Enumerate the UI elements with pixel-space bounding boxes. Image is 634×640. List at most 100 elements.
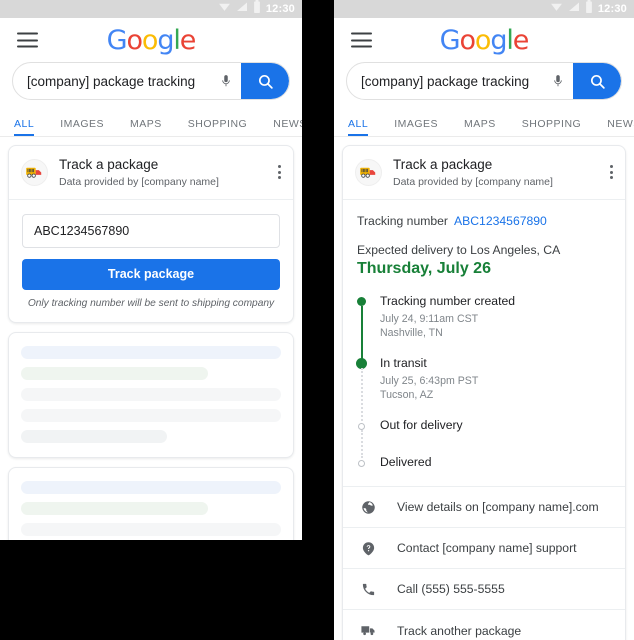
hamburger-menu-icon[interactable] [17, 32, 38, 48]
tracking-number-row: Tracking number ABC1234567890 [357, 214, 611, 228]
hamburger-menu-icon[interactable] [351, 32, 372, 48]
skeleton-bars [9, 333, 293, 457]
search-bar[interactable]: [company] package tracking [346, 62, 622, 100]
timeline-step-location: Nashville, TN [380, 327, 443, 340]
status-bar-time: 12:30 [597, 2, 627, 15]
skeleton-card-2 [8, 467, 294, 552]
search-button[interactable] [241, 63, 289, 99]
card-header-text: Track a package Data provided by [compan… [393, 157, 553, 188]
tab-shopping[interactable]: SHOPPING [188, 118, 247, 136]
logo-letter-g1: G [439, 24, 461, 56]
timeline-connector [361, 367, 363, 421]
action-label: View details on [company name].com [397, 500, 599, 515]
skeleton-bar [21, 346, 281, 360]
track-package-button[interactable]: Track package [22, 258, 280, 290]
google-logo: Google [106, 24, 197, 56]
microphone-icon[interactable] [543, 74, 573, 88]
overflow-menu-icon[interactable] [610, 165, 613, 180]
battery-icon [585, 0, 593, 18]
tracking-number-label: Tracking number [357, 213, 448, 228]
skeleton-card-1 [8, 332, 294, 459]
results-list: Track a package Data provided by [compan… [334, 137, 634, 640]
tab-maps[interactable]: MAPS [464, 118, 496, 136]
timeline-step-label: Tracking number created [380, 293, 516, 308]
timeline-dot-pending-icon [358, 422, 365, 430]
logo-letter-o2: o [474, 24, 492, 56]
logo-letter-o1: o [459, 24, 477, 56]
timeline-step: Out for delivery [358, 418, 611, 458]
panel-bottom-filler [0, 540, 302, 640]
action-call[interactable]: Call (555) 555-5555 [343, 569, 625, 611]
skeleton-bar [21, 388, 281, 402]
tab-all[interactable]: ALL [348, 118, 369, 136]
search-bar[interactable]: [company] package tracking [12, 62, 290, 100]
globe-icon [357, 500, 379, 515]
tab-all[interactable]: ALL [14, 118, 35, 136]
skeleton-bar [21, 409, 281, 423]
logo-letter-g1: G [106, 24, 128, 56]
wifi-icon [218, 0, 231, 18]
action-label: Track another package [397, 623, 522, 638]
action-contact-support[interactable]: Contact [company name] support [343, 528, 625, 570]
tracking-timeline: Tracking number created July 24, 9:11am … [356, 293, 611, 470]
tracking-form: Track package Only tracking number will … [9, 200, 293, 322]
action-track-another[interactable]: Track another package [343, 610, 625, 640]
wifi-icon [550, 0, 563, 18]
timeline-connector [361, 429, 363, 458]
search-bar-container: [company] package tracking [0, 62, 302, 100]
signal-icon [236, 0, 248, 18]
delivery-truck-icon [21, 158, 48, 186]
logo-letter-o1: o [126, 24, 144, 56]
screenshot-stage: 12:30 Google [company] package tracking [0, 0, 634, 640]
app-header: Google [334, 18, 634, 62]
overflow-menu-icon[interactable] [278, 165, 281, 180]
search-bar-container: [company] package tracking [334, 62, 634, 100]
tracking-number-value[interactable]: ABC1234567890 [454, 214, 547, 228]
logo-letter-g2: g [157, 24, 174, 56]
logo-letter-e: e [179, 24, 197, 56]
expected-delivery-label: Expected delivery to Los Angeles, CA [357, 242, 561, 257]
action-label: Call (555) 555-5555 [397, 582, 505, 597]
phone-icon [357, 582, 379, 597]
track-package-card: Track a package Data provided by [compan… [8, 145, 294, 324]
card-actions: View details on [company name].com Conta… [343, 486, 625, 640]
card-header: Track a package Data provided by [compan… [343, 146, 625, 199]
timeline-step-meta: July 25, 6:43pm PST Tucson, AZ [380, 374, 611, 403]
search-input[interactable]: [company] package tracking [347, 74, 543, 89]
action-view-details[interactable]: View details on [company name].com [343, 487, 625, 529]
search-tabs: ALL IMAGES MAPS SHOPPING NEWS [0, 108, 302, 136]
skeleton-bar [21, 367, 209, 381]
microphone-icon[interactable] [211, 74, 241, 88]
tab-shopping[interactable]: SHOPPING [522, 118, 581, 136]
card-header: Track a package Data provided by [compan… [9, 146, 293, 199]
help-icon [357, 541, 379, 556]
tab-images[interactable]: IMAGES [394, 118, 438, 136]
results-list: Track a package Data provided by [compan… [0, 137, 302, 552]
search-input[interactable]: [company] package tracking [13, 74, 211, 89]
card-title: Track a package [59, 157, 159, 172]
left-phone-panel: 12:30 Google [company] package tracking [0, 0, 302, 640]
delivery-truck-icon [355, 158, 382, 186]
timeline-step: Tracking number created July 24, 9:11am … [357, 293, 611, 359]
right-phone-panel: 12:30 Google [company] package tracking … [334, 0, 634, 640]
tab-news[interactable]: NEWS [607, 118, 634, 136]
status-bar: 12:30 [0, 0, 302, 18]
timeline-connector [361, 305, 363, 359]
timeline-dot-done-icon [357, 296, 366, 306]
logo-letter-e: e [512, 24, 530, 56]
timeline-step-time: July 25, 6:43pm PST [380, 374, 479, 387]
tracking-result-card: Track a package Data provided by [compan… [342, 145, 626, 640]
status-bar-time: 12:30 [265, 2, 295, 15]
skeleton-bar [21, 502, 209, 516]
tracking-number-input[interactable] [22, 213, 280, 248]
search-button[interactable] [573, 63, 621, 99]
timeline-step: Delivered [358, 455, 611, 470]
logo-letter-g2: g [490, 24, 507, 56]
tab-images[interactable]: IMAGES [60, 118, 104, 136]
tab-maps[interactable]: MAPS [130, 118, 162, 136]
signal-icon [568, 0, 580, 18]
tab-news[interactable]: NEWS [273, 118, 302, 136]
skeleton-bars [9, 468, 293, 550]
app-header: Google [0, 18, 302, 62]
battery-icon [253, 0, 261, 18]
